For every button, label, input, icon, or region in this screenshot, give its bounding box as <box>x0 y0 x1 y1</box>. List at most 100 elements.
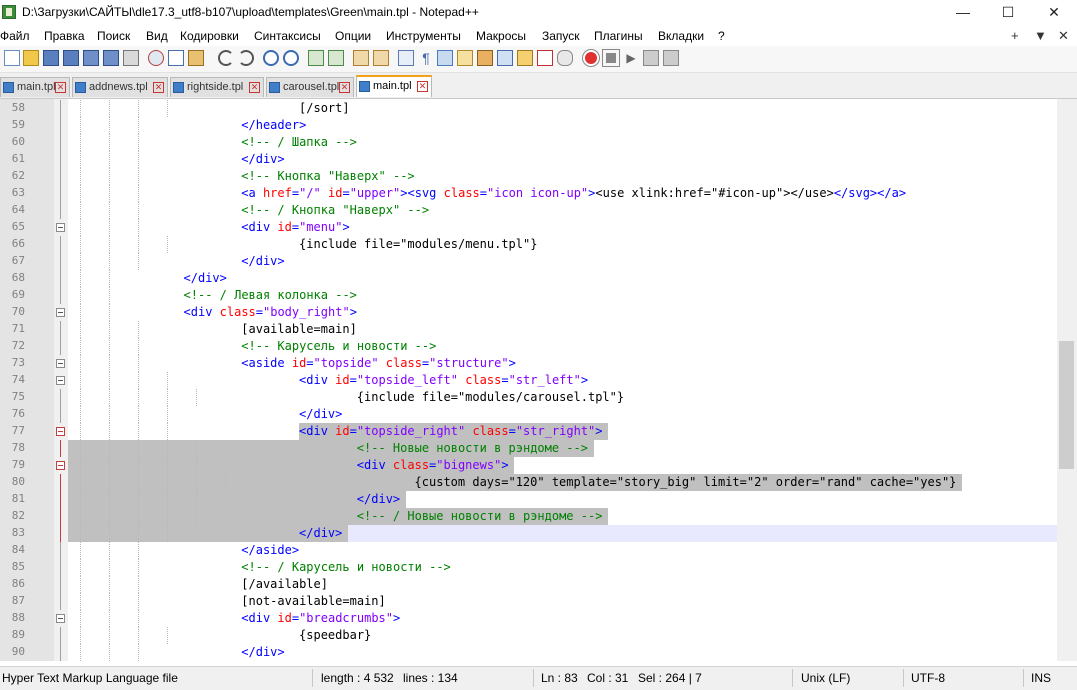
function-list-icon[interactable] <box>497 50 513 66</box>
play-macro-icon[interactable]: ▶ <box>623 50 639 66</box>
menu-view[interactable]: Вид <box>146 29 168 43</box>
code-line[interactable]: 89 {speedbar} <box>0 627 1057 644</box>
code-line[interactable]: 75 {include file="modules/carousel.tpl"} <box>0 389 1057 406</box>
code-line[interactable]: 58 [/sort] <box>0 100 1057 117</box>
code-line[interactable]: 60 <!-- / Шапка --> <box>0 134 1057 151</box>
close-all-icon[interactable] <box>103 50 119 66</box>
code-line[interactable]: 64 <!-- / Кнопка "Наверх" --> <box>0 202 1057 219</box>
tab-main-tpl-1[interactable]: main.tpl ✕ <box>0 77 70 97</box>
print-icon[interactable] <box>123 50 139 66</box>
menu-search[interactable]: Поиск <box>97 29 130 43</box>
tab-close-icon[interactable]: ✕ <box>339 82 350 93</box>
code-line[interactable]: 83 </div> <box>0 525 1057 542</box>
menu-options[interactable]: Опции <box>335 29 371 43</box>
word-wrap-icon[interactable] <box>398 50 414 66</box>
menu-help[interactable]: ? <box>718 29 725 43</box>
record-macro-icon[interactable] <box>583 50 599 66</box>
save-macro-icon[interactable] <box>663 50 679 66</box>
code-line[interactable]: 88 <div id="breadcrumbs"> <box>0 610 1057 627</box>
code-line[interactable]: 73 <aside id="topside" class="structure"> <box>0 355 1057 372</box>
tab-close-icon[interactable]: ✕ <box>55 82 66 93</box>
tab-carousel-tpl[interactable]: carousel.tpl ✕ <box>266 77 354 97</box>
code-line[interactable]: 63 <a href="/" id="upper"><svg class="ico… <box>0 185 1057 202</box>
redo-icon[interactable] <box>238 50 254 66</box>
code-line[interactable]: 87 [not-available=main] <box>0 593 1057 610</box>
fold-toggle-icon[interactable] <box>56 376 65 385</box>
doc-map-icon[interactable] <box>477 50 493 66</box>
menu-file[interactable]: Файл <box>0 29 30 43</box>
code-line[interactable]: 61 </div> <box>0 151 1057 168</box>
undo-icon[interactable] <box>218 50 234 66</box>
new-file-icon[interactable] <box>4 50 20 66</box>
menu-encoding[interactable]: Кодировки <box>180 29 239 43</box>
code-line[interactable]: 74 <div id="topside_left" class="str_left… <box>0 372 1057 389</box>
folder-workspace-icon[interactable] <box>517 50 533 66</box>
tab-main-tpl-active[interactable]: main.tpl ✕ <box>356 75 432 97</box>
sync-horizontal-icon[interactable] <box>373 50 389 66</box>
tab-close-icon[interactable]: ✕ <box>249 82 260 93</box>
fold-toggle-icon[interactable] <box>56 359 65 368</box>
code-line[interactable]: 76 </div> <box>0 406 1057 423</box>
close-button[interactable]: ✕ <box>1031 0 1077 25</box>
code-line[interactable]: 69 <!-- / Левая колонка --> <box>0 287 1057 304</box>
close-tab-button[interactable]: ✕ <box>1058 28 1069 44</box>
maximize-button[interactable]: ☐ <box>985 0 1031 25</box>
code-line[interactable]: 66 {include file="modules/menu.tpl"} <box>0 236 1057 253</box>
fold-toggle-icon[interactable] <box>56 614 65 623</box>
tab-close-icon[interactable]: ✕ <box>153 82 164 93</box>
code-line[interactable]: 77 <div id="topside_right" class="str_rig… <box>0 423 1057 440</box>
zoom-in-icon[interactable] <box>308 50 324 66</box>
menu-tools[interactable]: Инструменты <box>386 29 461 43</box>
code-line[interactable]: 62 <!-- Кнопка "Наверх" --> <box>0 168 1057 185</box>
find-icon[interactable] <box>263 50 279 66</box>
minimize-button[interactable]: — <box>940 0 986 25</box>
code-line[interactable]: 59 </header> <box>0 117 1057 134</box>
vertical-scrollbar[interactable] <box>1057 99 1077 661</box>
replace-icon[interactable] <box>283 50 299 66</box>
indent-guide-icon[interactable] <box>437 50 453 66</box>
fold-toggle-icon[interactable] <box>56 223 65 232</box>
eye-icon[interactable] <box>557 50 573 66</box>
sync-vertical-icon[interactable] <box>353 50 369 66</box>
code-line[interactable]: 67 </div> <box>0 253 1057 270</box>
fold-toggle-icon[interactable] <box>56 461 65 470</box>
zoom-out-icon[interactable] <box>328 50 344 66</box>
code-line[interactable]: 84 </aside> <box>0 542 1057 559</box>
stop-macro-icon[interactable] <box>603 50 619 66</box>
menu-macros[interactable]: Макросы <box>476 29 526 43</box>
menu-tabs[interactable]: Вкладки <box>658 29 704 43</box>
udl-icon[interactable] <box>457 50 473 66</box>
fold-toggle-icon[interactable] <box>56 427 65 436</box>
code-line[interactable]: 90 </div> <box>0 644 1057 661</box>
tab-close-icon[interactable]: ✕ <box>417 81 428 92</box>
run-macro-multiple-icon[interactable] <box>643 50 659 66</box>
code-line[interactable]: 65 <div id="menu"> <box>0 219 1057 236</box>
code-line[interactable]: 71 [available=main] <box>0 321 1057 338</box>
fold-toggle-icon[interactable] <box>56 308 65 317</box>
menu-edit[interactable]: Правка <box>44 29 85 43</box>
show-all-chars-icon[interactable]: ¶ <box>418 50 434 66</box>
new-tab-button[interactable]: + <box>1011 28 1019 43</box>
code-line[interactable]: 80 {custom days="120" template="story_big… <box>0 474 1057 491</box>
close-file-icon[interactable] <box>83 50 99 66</box>
code-line[interactable]: 78 <!-- Новые новости в рэндоме --> <box>0 440 1057 457</box>
cut-icon[interactable] <box>148 50 164 66</box>
menu-plugins[interactable]: Плагины <box>594 29 643 43</box>
menu-run[interactable]: Запуск <box>542 29 580 43</box>
code-line[interactable]: 68 </div> <box>0 270 1057 287</box>
code-line[interactable]: 70 <div class="body_right"> <box>0 304 1057 321</box>
code-line[interactable]: 82 <!-- / Новые новости в рэндоме --> <box>0 508 1057 525</box>
scrollbar-thumb[interactable] <box>1059 341 1074 469</box>
code-editor[interactable]: 58 [/sort] 59 </header> 60 <!-- / Шапка --> 61… <box>0 99 1057 661</box>
save-icon[interactable] <box>43 50 59 66</box>
code-line[interactable]: 81 </div> <box>0 491 1057 508</box>
tab-rightside-tpl[interactable]: rightside.tpl ✕ <box>170 77 264 97</box>
menu-syntax[interactable]: Синтаксисы <box>254 29 321 43</box>
code-line[interactable]: 72 <!-- Карусель и новости --> <box>0 338 1057 355</box>
code-line[interactable]: 86 [/available] <box>0 576 1057 593</box>
code-line[interactable]: 85 <!-- / Карусель и новости --> <box>0 559 1057 576</box>
monitor-icon[interactable] <box>537 50 553 66</box>
save-all-icon[interactable] <box>63 50 79 66</box>
tab-addnews-tpl[interactable]: addnews.tpl ✕ <box>72 77 168 97</box>
open-file-icon[interactable] <box>23 50 39 66</box>
